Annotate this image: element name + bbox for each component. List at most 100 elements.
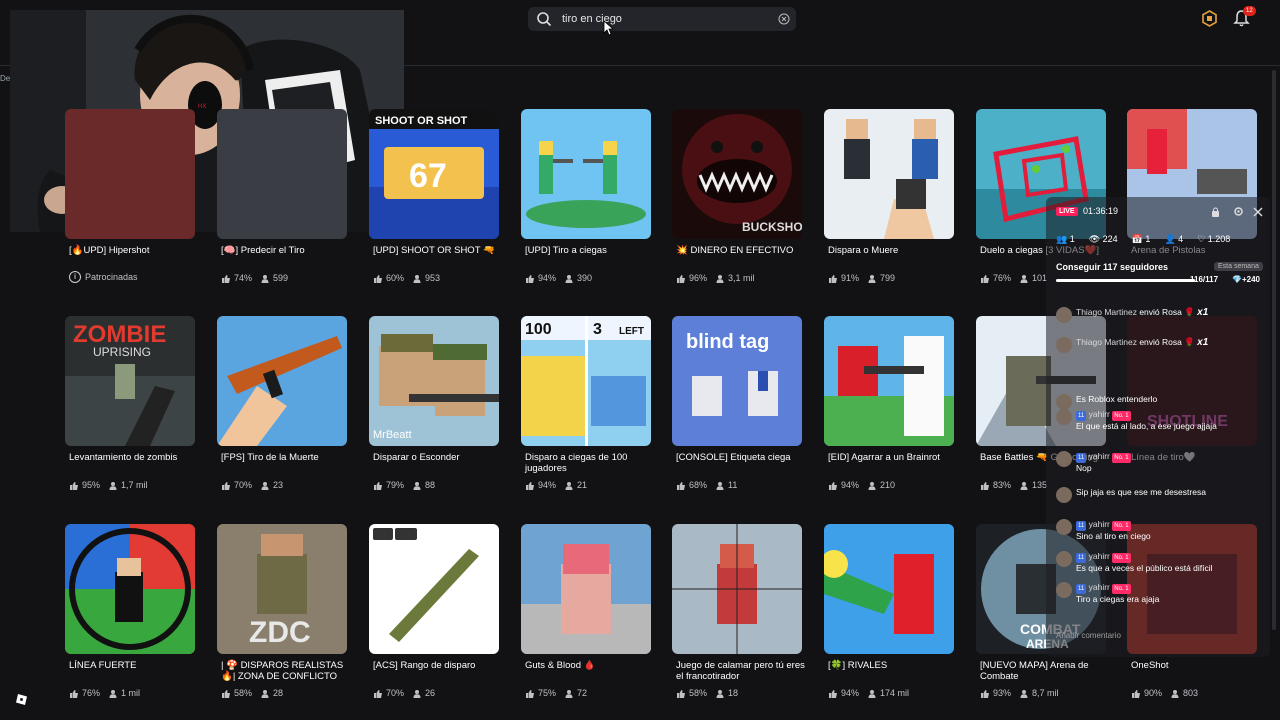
game-thumbnail[interactable] [824,316,954,446]
game-card[interactable]: [🍀] RIVALES 94% 174 mil [824,524,954,704]
info-icon: i [69,271,81,283]
game-thumbnail[interactable] [217,109,347,239]
game-title[interactable]: OneShot [1131,660,1261,671]
rank-badge: No. 1 [1112,521,1131,531]
game-card[interactable]: [🧠] Predecir el Tiro 74% 599 [217,109,347,289]
game-thumbnail[interactable]: BUCKSHOT [672,109,802,239]
game-card[interactable]: [🔥UPD] Hipershot i Patrocinadas [65,109,195,289]
players-stat: 28 [260,688,283,699]
game-title[interactable]: Levantamiento de zombis [69,452,199,463]
game-thumbnail[interactable] [824,109,954,239]
game-card[interactable]: 67 SHOOT OR SHOT [UPD] SHOOT OR SHOT 🔫 60% 9… [369,109,499,289]
game-thumbnail[interactable]: blind tag [672,316,802,446]
game-thumbnail[interactable] [369,524,499,654]
chat-comment-input[interactable]: Añadir comentario [1056,631,1246,647]
game-stats: 94% 210 [828,480,899,491]
players-icon [108,688,118,699]
game-thumbnail[interactable] [521,109,651,239]
lock-icon[interactable] [1211,207,1220,217]
game-thumbnail[interactable]: 67 SHOOT OR SHOT [369,109,499,239]
game-card[interactable]: [ACS] Rango de disparo 70% 26 [369,524,499,704]
thumbs-up-icon [221,273,231,284]
game-thumbnail[interactable]: ZOMBIE UPRISING [65,316,195,446]
game-title[interactable]: [🍀] RIVALES [828,660,958,671]
search-input[interactable]: tiro en ciego [562,13,778,25]
search-bar[interactable]: tiro en ciego [528,7,796,31]
viewers-value: 224 [1102,234,1118,244]
stat-a: 👥 1 [1056,234,1075,244]
game-title[interactable]: [UPD] SHOOT OR SHOT 🔫 [373,245,503,256]
game-title[interactable]: Disparo a ciegas de 100 jugadores [525,452,655,474]
players-value: 3,1 mil [728,273,755,284]
edge-text: De [0,74,11,83]
rating-value: 58% [689,688,708,699]
chat-text: Nop [1076,463,1092,473]
game-title[interactable]: [🔥UPD] Hipershot [69,245,199,256]
game-title[interactable]: [FPS] Tiro de la Muerte [221,452,351,463]
goal-progress-fill [1056,279,1195,282]
players-value: 11 [728,480,738,491]
robux-icon[interactable] [1201,10,1218,27]
gear-icon[interactable] [1233,206,1244,217]
rank-badge: No. 1 [1112,553,1131,563]
game-card[interactable]: Juego de calamar pero tú eres el francot… [672,524,805,704]
stat-d: 👤 4 [1164,234,1184,244]
svg-text:3: 3 [593,321,602,338]
game-card[interactable]: [EID] Agarrar a un Brainrot 94% 210 [824,316,954,496]
chat-message: Thiago Martinez envió Rosa 🌹 x1 [1056,337,1266,353]
players-value: 21 [577,480,588,491]
game-card[interactable]: [FPS] Tiro de la Muerte 70% 23 [217,316,347,496]
game-card[interactable]: LÍNEA FUERTE 76% 1 mil [65,524,195,704]
game-title[interactable]: [UPD] Tiro a ciegas [525,245,655,256]
game-title[interactable]: LÍNEA FUERTE [69,660,199,671]
sponsored-label[interactable]: i Patrocinadas [69,271,138,283]
roblox-logo-icon[interactable] [16,694,27,705]
players-value: 174 mil [880,688,910,699]
game-card[interactable]: Dispara o Muere 91% 799 [824,109,954,289]
page-scrollbar[interactable] [1272,70,1276,630]
game-title[interactable]: [ACS] Rango de disparo [373,660,503,671]
game-thumbnail[interactable] [672,524,802,654]
avatar [1056,337,1072,353]
game-title[interactable]: | 🍄 DISPAROS REALISTAS 🔥| ZONA DE CONFLI… [221,660,351,682]
game-title[interactable]: [NUEVO MAPA] Arena de Combate [980,660,1110,682]
game-stats: 74% 599 [221,273,292,284]
players-stat: 21 [564,480,587,491]
clear-search-icon[interactable] [778,13,790,25]
search-icon [537,12,552,27]
rating-value: 93% [993,688,1012,699]
game-card[interactable]: [UPD] Tiro a ciegas 94% 390 [521,109,651,289]
game-card[interactable]: Guts & Blood 🩸 75% 72 [521,524,651,704]
game-title[interactable]: Dispara o Muere [828,245,958,256]
game-title[interactable]: 💥 DINERO EN EFECTIVO [676,245,806,256]
game-card[interactable]: ZOMBIE UPRISING Levantamiento de zombis 95%… [65,316,195,496]
game-thumbnail[interactable]: 100 3 LEFT [521,316,651,446]
players-stat: 101 [1019,273,1047,284]
players-icon [1019,273,1029,284]
game-card[interactable]: 100 3 LEFT Disparo a ciegas de 100 jugadore… [521,316,651,496]
game-card[interactable]: ZDC | 🍄 DISPAROS REALISTAS 🔥| ZONA DE CON… [217,524,347,704]
game-title[interactable]: [EID] Agarrar a un Brainrot [828,452,958,463]
players-stat: 3,1 mil [715,273,755,284]
game-title[interactable]: [🧠] Predecir el Tiro [221,245,351,256]
game-title[interactable]: Disparar o Esconder [373,452,503,463]
game-card[interactable]: blind tag [CONSOLE] Etiqueta ciega 68% 11 [672,316,802,496]
close-icon[interactable] [1253,207,1263,217]
gift-count: x1 [1197,337,1209,348]
game-card[interactable]: MrBeatt Disparar o Esconder 79% 88 [369,316,499,496]
game-thumbnail[interactable] [65,524,195,654]
stream-stats: 👥 1 👁 224 📅 1 👤 4 ♡ 1.208 [1056,234,1266,245]
svg-text:100: 100 [525,321,552,338]
game-card[interactable]: BUCKSHOT💥 DINERO EN EFECTIVO96%3,1 mil [672,109,802,289]
game-thumbnail[interactable] [65,109,195,239]
game-title[interactable]: Guts & Blood 🩸 [525,660,655,671]
rating-stat: 96% [676,273,707,284]
game-thumbnail[interactable] [824,524,954,654]
game-thumbnail[interactable] [217,316,347,446]
game-thumbnail[interactable] [521,524,651,654]
game-thumbnail[interactable]: MrBeatt [369,316,499,446]
game-title[interactable]: Juego de calamar pero tú eres el francot… [676,660,806,682]
players-stat: 72 [564,688,587,699]
game-thumbnail[interactable]: ZDC [217,524,347,654]
game-title[interactable]: [CONSOLE] Etiqueta ciega [676,452,806,463]
